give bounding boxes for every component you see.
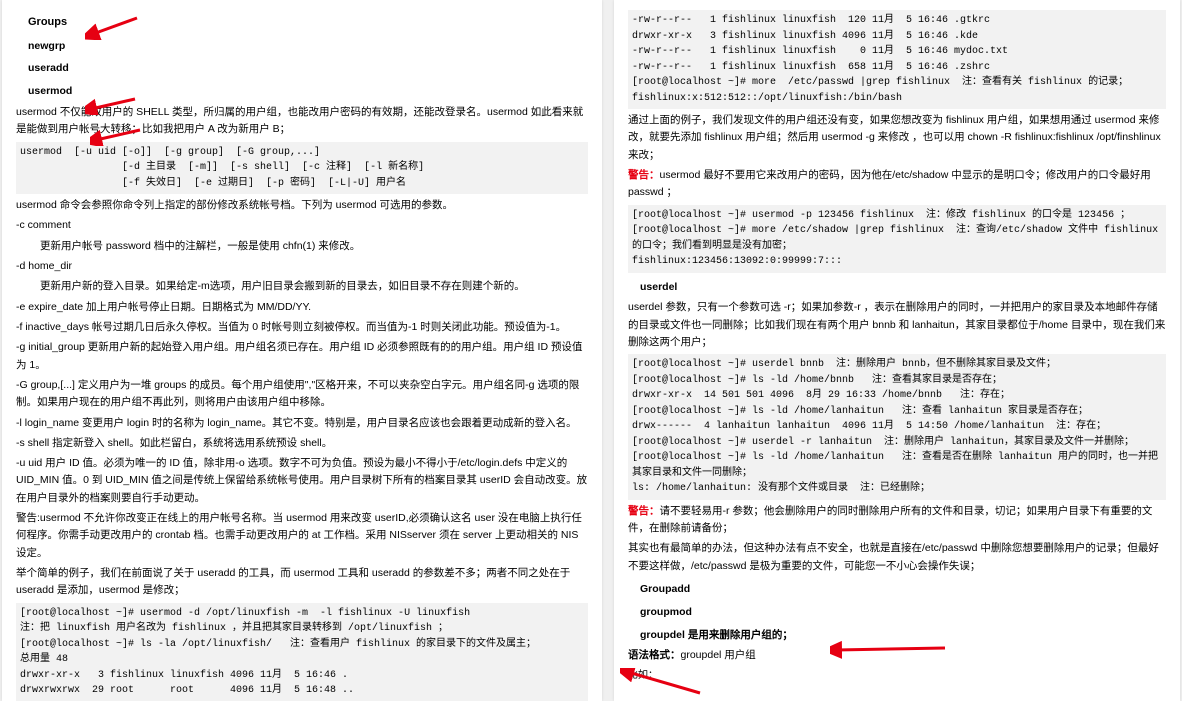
heading-groupmod: groupmod [640,604,1166,621]
syntax-text: groupdel 用户组 [681,649,756,661]
left-page: Groups newgrp useradd usermod usermod 不仅… [2,0,602,701]
heading-usermod: usermod [28,83,588,100]
usermod-p-example: [root@localhost ~]# usermod -p 123456 fi… [628,205,1166,273]
heading-useradd: useradd [28,60,588,77]
warn-text: usermod 最好不要用它来改用户的密码，因为他在/etc/shadow 中显… [628,169,1151,198]
syntax-label: 语法格式： [628,649,681,661]
opt-G: -G group,[...] 定义用户为一堆 groups 的成员。每个用户组使… [16,377,588,412]
warn-text-2: 请不要轻易用-r 参数；他会删除用户的同时删除用户所有的文件和目录，切记；如果用… [628,505,1152,534]
p-usermod-intro: usermod 不仅能改用户的 SHELL 类型，所归属的用户组，也能改用户密码… [16,104,588,139]
p-userdel-intro: userdel 参数，只有一个参数可选 -r；如果加参数-r ，表示在删除用户的… [628,299,1166,351]
p-after-example: 通过上面的例子，我们发现文件的用户组还没有变，如果您想改变为 fishlinux… [628,112,1166,164]
opt-s: -s shell 指定新登入 shell。如此栏留白，系统将选用系统预设 she… [16,435,588,452]
opt-g: -g initial_group 更新用户新的起始登入用户组。用户组名须已存在。… [16,339,588,374]
heading-groups: Groups [28,14,588,32]
opt-d: -d home_dir [16,258,588,275]
p-passwd-note: 其实也有最简单的办法，但这种办法有点不安全，也就是直接在/etc/passwd … [628,540,1166,575]
usermod-warning: 警告:usermod 不允许你改变正在线上的用户帐号名称。当 usermod 用… [16,510,588,562]
warn-label: 警告： [628,169,660,181]
p-last: 比如： [628,668,1166,685]
heading-userdel: userdel [640,279,1166,296]
opt-l: -l login_name 变更用户 login 时的名称为 login_nam… [16,415,588,432]
usermod-pw-warning: 警告：usermod 最好不要用它来改用户的密码，因为他在/etc/shadow… [628,167,1166,202]
usermod-example: [root@localhost ~]# usermod -d /opt/linu… [16,603,588,701]
userdel-example: [root@localhost ~]# userdel bnnb 注：删除用户 … [628,354,1166,500]
groupdel-syntax-line: 语法格式：groupdel 用户组 [628,647,1166,664]
ls-output: -rw-r--r-- 1 fishlinux linuxfish 120 11月… [628,10,1166,109]
opt-e: -e expire_date 加上用户帐号停止日期。日期格式为 MM/DD/YY… [16,299,588,316]
usermod-syntax: usermod [-u uid [-o]] [-g group] [-G gro… [16,142,588,195]
p-example-intro: 举个简单的例子，我们在前面说了关于 useradd 的工具，而 usermod … [16,565,588,600]
heading-newgrp: newgrp [28,38,588,55]
opt-u: -u uid 用户 ID 值。必须为唯一的 ID 值，除非用-o 选项。数字不可… [16,455,588,507]
warn-label-2: 警告： [628,505,660,517]
heading-groupdel: groupdel 是用来删除用户组的； [640,627,1166,644]
heading-groupadd: Groupadd [640,581,1166,598]
opt-c: -c comment [16,217,588,234]
userdel-warning: 警告：请不要轻易用-r 参数；他会删除用户的同时删除用户所有的文件和目录，切记；… [628,503,1166,538]
opt-c-desc: 更新用户帐号 password 档中的注解栏，一般是使用 chfn(1) 来修改… [16,238,588,255]
opt-f: -f inactive_days 帐号过期几日后永久停权。当值为 0 时帐号则立… [16,319,588,336]
right-page: -rw-r--r-- 1 fishlinux linuxfish 120 11月… [614,0,1180,701]
p-usermod-params: usermod 命令会参照你命令列上指定的部份修改系统帐号档。下列为 userm… [16,197,588,214]
opt-d-desc: 更新用户新的登入目录。如果给定-m选项，用户旧目录会搬到新的目录去，如旧目录不存… [16,278,588,295]
